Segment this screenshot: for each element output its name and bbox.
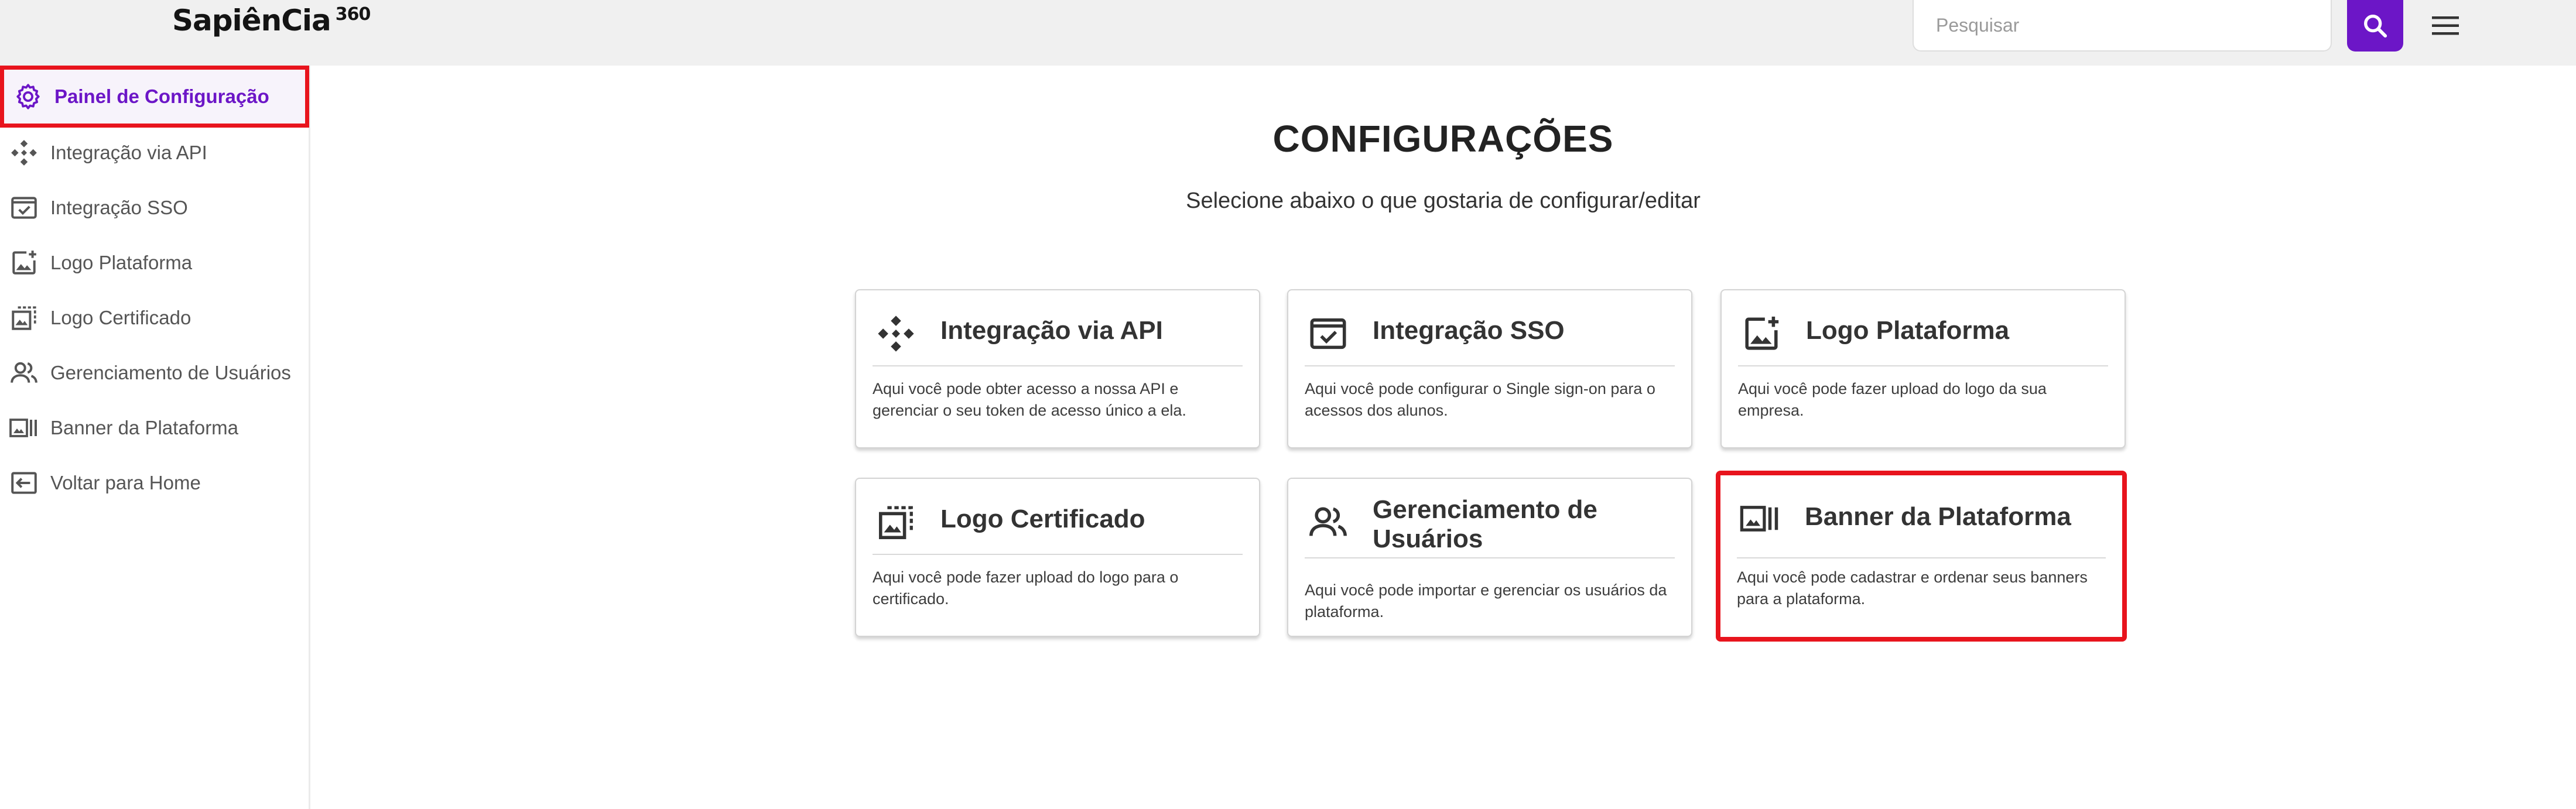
sidebar-item-voltar-home[interactable]: Voltar para Home <box>0 455 310 510</box>
image-add-icon <box>1739 311 1784 356</box>
card-description: Aqui você pode obter acesso a nossa API … <box>873 380 1186 419</box>
sidebar-item-label: Painel de Configuração <box>54 85 269 107</box>
search-input[interactable] <box>1913 0 2332 52</box>
brand-logo[interactable]: SapiênCia 360 <box>172 4 371 37</box>
brand-logo-text: SapiênCia <box>172 4 331 37</box>
image-add-icon <box>8 247 40 279</box>
sidebar-item-painel-de-configuracao[interactable]: Painel de Configuração <box>0 66 309 128</box>
users-icon <box>8 357 40 389</box>
card-logo-certificado[interactable]: Logo Certificado Aqui você pode fazer up… <box>855 478 1260 637</box>
card-description: Aqui você pode fazer upload do logo para… <box>873 568 1179 608</box>
page-subtitle: Selecione abaixo o que gostaria de confi… <box>1186 188 1701 213</box>
api-icon <box>874 311 918 356</box>
search-icon <box>2362 12 2389 39</box>
sidebar-item-integracao-sso[interactable]: Integração SSO <box>0 180 310 235</box>
card-gerenciamento-usuarios[interactable]: Gerenciamento de Usuários Aqui você pode… <box>1287 478 1692 637</box>
search-button[interactable] <box>2347 0 2403 52</box>
card-integracao-api[interactable]: Integração via API Aqui você pode obter … <box>855 289 1260 448</box>
back-home-icon <box>8 467 40 499</box>
card-title: Banner da Plataforma <box>1805 502 2071 531</box>
sidebar-item-gerenciamento-usuarios[interactable]: Gerenciamento de Usuários <box>0 345 310 400</box>
card-title: Integração SSO <box>1373 316 1565 345</box>
card-title: Integração via API <box>940 316 1163 345</box>
sso-check-icon <box>1306 311 1350 356</box>
card-divider <box>1305 365 1675 366</box>
sidebar-item-logo-plataforma[interactable]: Logo Plataforma <box>0 235 310 290</box>
sidebar-item-label: Logo Certificado <box>50 307 191 328</box>
sidebar: Painel de Configuração Integração via AP… <box>0 66 310 809</box>
card-divider <box>1738 365 2108 366</box>
card-description: Aqui você pode configurar o Single sign-… <box>1305 380 1655 419</box>
sso-check-icon <box>8 192 40 224</box>
card-integracao-sso[interactable]: Integração SSO Aqui você pode configurar… <box>1287 289 1692 448</box>
sidebar-item-label: Voltar para Home <box>50 472 201 493</box>
card-description: Aqui você pode fazer upload do logo da s… <box>1738 380 2047 419</box>
gear-icon <box>12 81 44 112</box>
banner-icon <box>1738 496 1783 541</box>
card-divider <box>873 554 1243 555</box>
hamburger-menu-button[interactable] <box>2424 8 2466 43</box>
card-description: Aqui você pode cadastrar e ordenar seus … <box>1737 568 2088 608</box>
card-title: Gerenciamento de Usuários <box>1373 495 1597 553</box>
card-banner-plataforma[interactable]: Banner da Plataforma Aqui você pode cada… <box>1716 471 2127 642</box>
hamburger-menu-icon <box>2431 14 2460 37</box>
card-divider <box>1737 557 2106 558</box>
sidebar-item-label: Integração via API <box>50 142 207 163</box>
certificate-image-icon <box>8 302 40 334</box>
sidebar-item-banner-plataforma[interactable]: Banner da Plataforma <box>0 400 310 455</box>
card-divider <box>1305 557 1675 558</box>
users-icon <box>1306 500 1350 544</box>
card-description: Aqui você pode importar e gerenciar os u… <box>1305 581 1667 621</box>
card-title: Logo Certificado <box>940 505 1145 533</box>
sidebar-item-logo-certificado[interactable]: Logo Certificado <box>0 290 310 345</box>
sidebar-item-label: Logo Plataforma <box>50 252 193 273</box>
api-icon <box>8 137 40 169</box>
top-header: SapiênCia 360 <box>0 0 2576 66</box>
brand-logo-suffix: 360 <box>335 4 371 25</box>
certificate-image-icon <box>874 500 918 544</box>
sidebar-item-label: Integração SSO <box>50 197 188 218</box>
sidebar-item-label: Gerenciamento de Usuários <box>50 362 291 383</box>
card-divider <box>873 365 1243 366</box>
page-title: CONFIGURAÇÕES <box>1272 118 1614 160</box>
sidebar-item-label: Banner da Plataforma <box>50 417 239 438</box>
sidebar-item-integracao-api[interactable]: Integração via API <box>0 125 310 180</box>
card-logo-plataforma[interactable]: Logo Plataforma Aqui você pode fazer upl… <box>1720 289 2126 448</box>
card-title: Logo Plataforma <box>1806 316 2010 345</box>
banner-icon <box>8 412 40 444</box>
